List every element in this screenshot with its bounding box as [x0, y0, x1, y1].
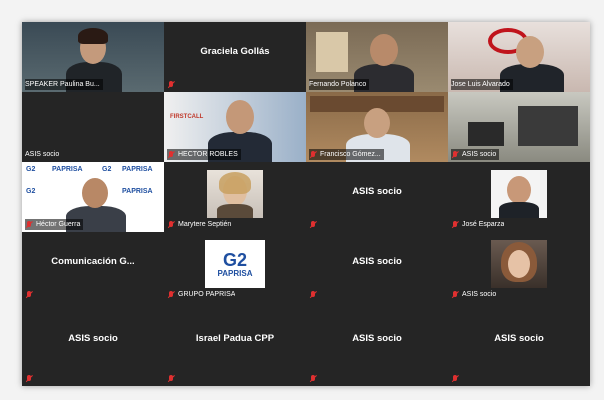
mic-muted-icon [167, 220, 175, 229]
mic-muted-icon [309, 150, 317, 159]
paprisa-watermark: G2 [26, 188, 36, 195]
paprisa-watermark: PAPRISA [52, 166, 83, 173]
paprisa-logo-text: PAPRISA [217, 268, 253, 278]
participant-status [309, 373, 320, 384]
participant-tile[interactable]: Graciela Gollás [164, 22, 306, 92]
participant-tile[interactable]: Francisco Gómez... [306, 92, 448, 162]
participant-photo [207, 170, 263, 218]
paprisa-watermark: G2 [102, 166, 112, 173]
participant-tile[interactable]: G2 PAPRISA G2 PAPRISA G2 PAPRISA Héctor … [22, 162, 164, 232]
paprisa-logo-mark: G2 [222, 249, 247, 270]
paprisa-watermark: PAPRISA [122, 166, 153, 173]
participant-status [309, 219, 320, 230]
mic-muted-icon [167, 374, 175, 383]
firstcall-logo: FIRSTCALL [170, 114, 204, 120]
person-body [217, 204, 253, 218]
participant-tile[interactable]: ASIS socio [306, 232, 448, 302]
mic-muted-icon [451, 150, 459, 159]
participant-name: ASIS socio [451, 289, 496, 300]
background-furniture [518, 106, 578, 146]
participant-name: SPEAKER Paulina Bu... [25, 79, 103, 90]
participant-name: Héctor Guerra [25, 219, 84, 230]
participant-tile[interactable]: José Esparza [448, 162, 590, 232]
participant-center-name: ASIS socio [68, 332, 118, 344]
participant-center-name: ASIS socio [352, 185, 402, 197]
person-head [507, 176, 531, 204]
person-head [370, 34, 398, 66]
participant-status [451, 373, 462, 384]
person-body [499, 202, 539, 218]
participant-center-name: Comunicación G... [51, 255, 135, 267]
mic-muted-icon [451, 290, 459, 299]
participant-status [167, 373, 178, 384]
video-grid: SPEAKER Paulina Bu... Graciela Gollás Fe… [22, 22, 590, 386]
participant-name: Jose Luis Alvarado [451, 79, 513, 90]
participant-name: HECTOR ROBLES [167, 149, 241, 160]
participant-status [167, 79, 178, 90]
participant-status [25, 373, 36, 384]
participant-tile-active-speaker[interactable]: Fernando Polanco [306, 22, 448, 92]
participant-tile[interactable]: Comunicación G... [22, 232, 164, 302]
participant-name: ASIS socio [25, 151, 60, 158]
participant-tile[interactable]: ASIS socio [448, 232, 590, 302]
person-head [82, 178, 108, 208]
mic-muted-icon [167, 150, 175, 159]
participant-center-name: ASIS socio [352, 255, 402, 267]
person-head [508, 250, 530, 278]
wall-frame [316, 32, 348, 72]
participant-photo [491, 240, 547, 288]
participant-name: Fernando Polanco [309, 79, 370, 90]
participant-center-name: ASIS socio [352, 332, 402, 344]
mic-muted-icon [25, 374, 33, 383]
mic-muted-icon [167, 80, 175, 89]
participant-name: José Esparza [451, 219, 504, 230]
mic-muted-icon [167, 290, 175, 299]
participant-center-name: Israel Padua CPP [195, 332, 275, 344]
participant-name: ASIS socio [451, 149, 500, 160]
person-hair [78, 28, 108, 44]
mic-muted-icon [451, 220, 459, 229]
paprisa-watermark: PAPRISA [122, 188, 153, 195]
paprisa-watermark: G2 [26, 166, 36, 173]
participant-tile[interactable]: ASIS socio [306, 162, 448, 232]
participant-center-name: ASIS socio [494, 332, 544, 344]
participant-tile[interactable]: Israel Padua CPP [164, 302, 306, 386]
person-head [516, 36, 544, 68]
participant-tile[interactable]: ASIS socio [448, 302, 590, 386]
participant-tile[interactable]: G2 PAPRISA GRUPO PAPRISA [164, 232, 306, 302]
participant-status [25, 289, 36, 300]
person-head [364, 108, 390, 138]
participant-tile[interactable]: SPEAKER Paulina Bu... [22, 22, 164, 92]
paprisa-logo: G2 PAPRISA [205, 240, 265, 288]
participant-tile[interactable]: ASIS socio [448, 92, 590, 162]
participant-name: Francisco Gómez... [309, 149, 384, 160]
participant-tile[interactable]: Jose Luis Alvarado [448, 22, 590, 92]
participant-tile[interactable]: ASIS socio [22, 302, 164, 386]
mic-muted-icon [25, 290, 33, 299]
mic-muted-icon [309, 290, 317, 299]
mic-muted-icon [451, 374, 459, 383]
background-chair [468, 122, 504, 146]
participant-tile[interactable]: ASIS socio [306, 302, 448, 386]
mic-muted-icon [25, 220, 33, 229]
person-hair [219, 172, 251, 194]
participant-tile[interactable]: Marytere Septién [164, 162, 306, 232]
participant-tile[interactable]: FIRSTCALL HECTOR ROBLES [164, 92, 306, 162]
mic-muted-icon [309, 374, 317, 383]
participant-name: GRUPO PAPRISA [167, 289, 235, 300]
person-head [226, 100, 254, 134]
participant-photo [491, 170, 547, 218]
participant-name: Marytere Septién [167, 219, 231, 230]
participant-center-name: Graciela Gollás [200, 45, 270, 57]
participant-status [309, 289, 320, 300]
participant-tile[interactable]: ASIS socio [22, 92, 164, 162]
mic-muted-icon [309, 220, 317, 229]
